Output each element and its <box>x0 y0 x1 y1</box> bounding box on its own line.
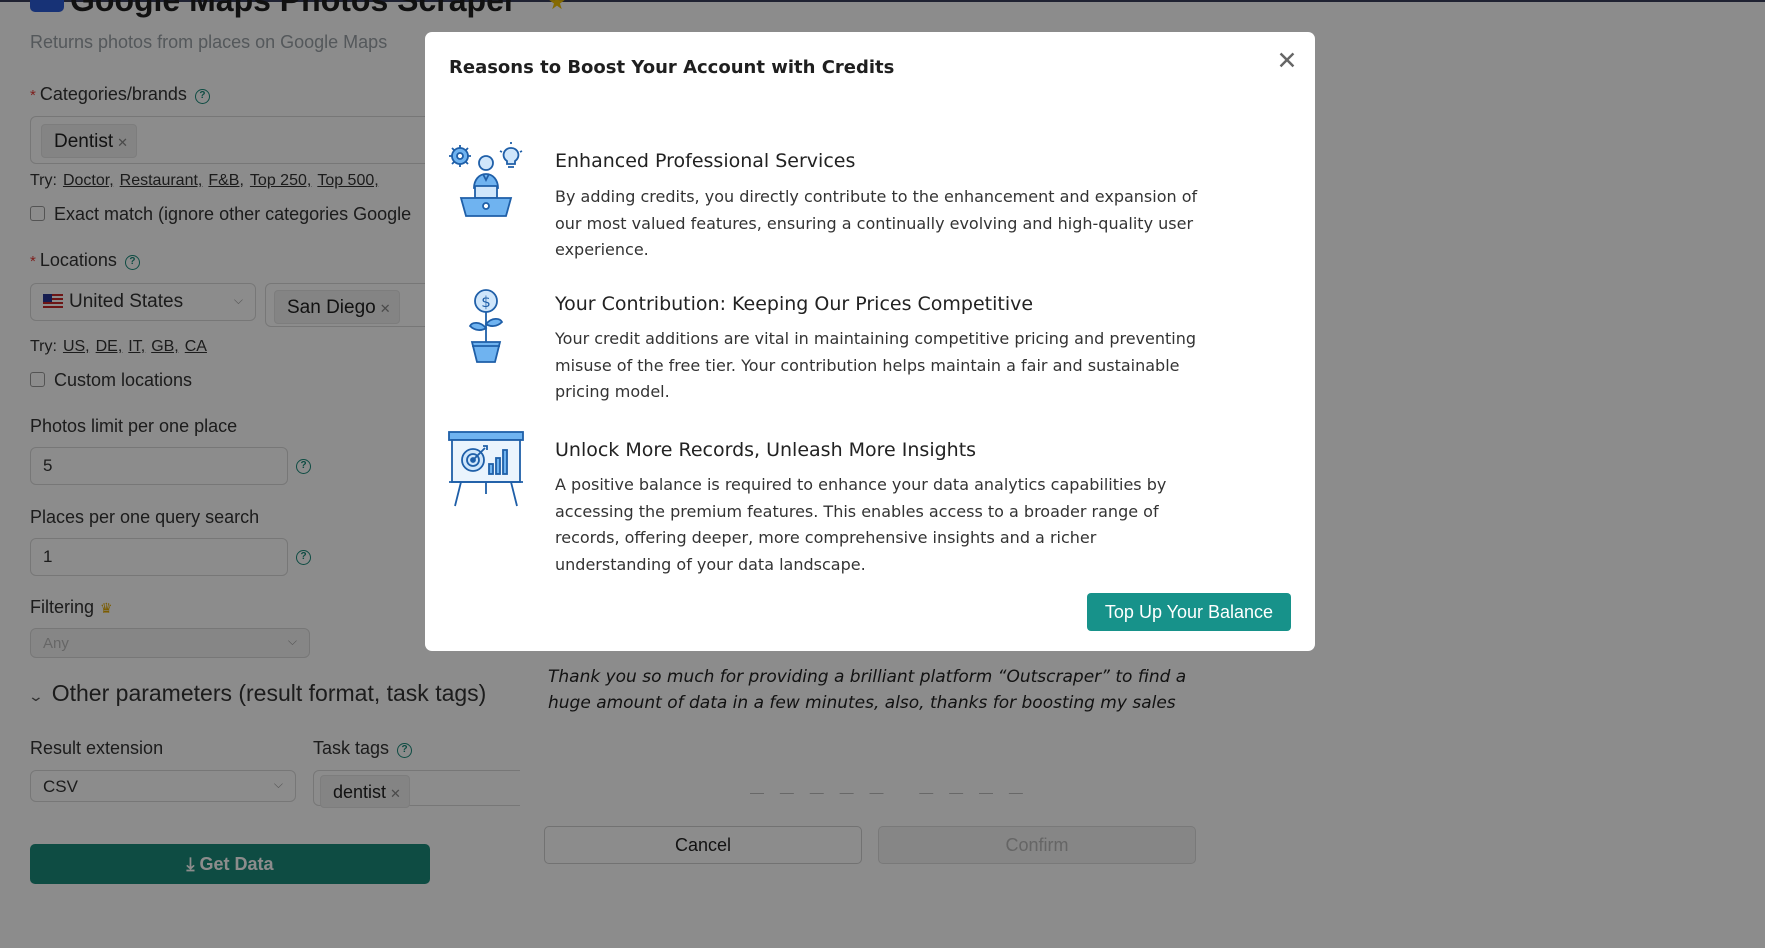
top-up-balance-button[interactable]: Top Up Your Balance <box>1087 593 1291 631</box>
feature-title: Unlock More Records, Unleash More Insigh… <box>555 439 977 461</box>
boost-account-modal: Reasons to Boost Your Account with Credi… <box>425 32 1315 651</box>
feature-description: A positive balance is required to enhanc… <box>555 475 1167 574</box>
svg-text:$: $ <box>481 293 491 311</box>
professional-services-icon <box>449 142 523 217</box>
feature-description: By adding credits, you directly contribu… <box>555 187 1198 259</box>
analytics-board-icon <box>448 431 524 507</box>
feature-description: Your credit additions are vital in maint… <box>555 329 1197 401</box>
money-plant-icon: $ <box>468 289 504 363</box>
feature-title: Enhanced Professional Services <box>555 150 856 172</box>
feature-title: Your Contribution: Keeping Our Prices Co… <box>555 293 1034 315</box>
modal-title: Reasons to Boost Your Account with Credi… <box>449 57 895 78</box>
close-icon[interactable]: ✕ <box>1275 48 1299 73</box>
